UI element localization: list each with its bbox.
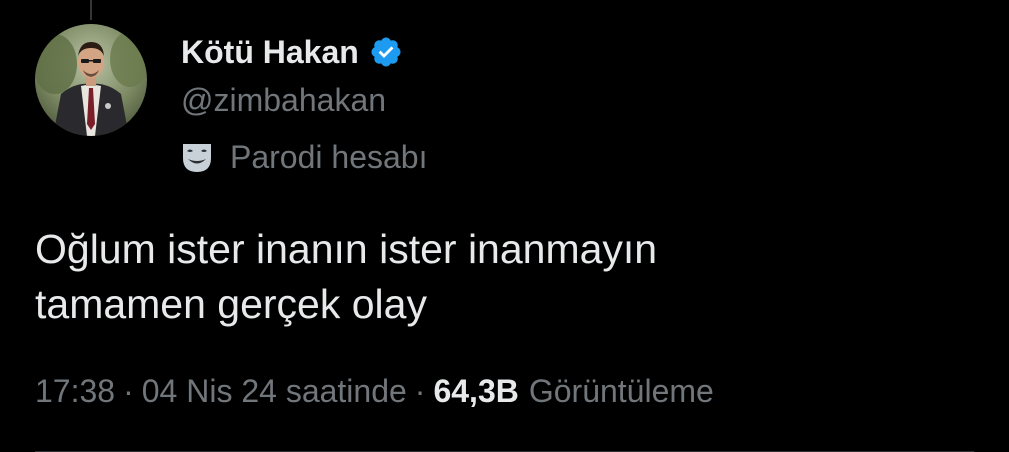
meta-separator: · xyxy=(123,372,134,409)
tweet-date[interactable]: 04 Nis 24 saatinde xyxy=(142,373,407,410)
views-label: Görüntüleme xyxy=(528,372,714,409)
parody-mask-icon xyxy=(178,138,216,176)
meta-separator: · xyxy=(414,372,426,409)
author-display-name[interactable]: Kötü Hakan xyxy=(181,34,359,71)
views-count[interactable]: 64,3B xyxy=(433,373,518,410)
tweet-meta-row: 17:38 · 04 Nis 24 saatinde · 64,3B Görün… xyxy=(35,368,714,414)
tweet-text-line: tamamen gerçek olay xyxy=(35,281,427,327)
tweet-time[interactable]: 17:38 xyxy=(35,373,115,410)
account-label-row: Parodi hesabı xyxy=(178,135,427,179)
verified-badge-icon[interactable] xyxy=(369,35,403,69)
avatar[interactable] xyxy=(35,24,147,136)
avatar-image xyxy=(35,24,147,136)
author-handle[interactable]: @zimbahakan xyxy=(181,82,386,119)
thread-connector-line xyxy=(90,0,92,20)
tweet-text-line: Oğlum ister inanın ister inanmayın xyxy=(35,226,658,272)
parody-account-label: Parodi hesabı xyxy=(230,138,428,175)
tweet-text: Oğlum ister inanın ister inanmayın tamam… xyxy=(35,222,975,332)
author-name-row: Kötü Hakan xyxy=(181,32,403,72)
